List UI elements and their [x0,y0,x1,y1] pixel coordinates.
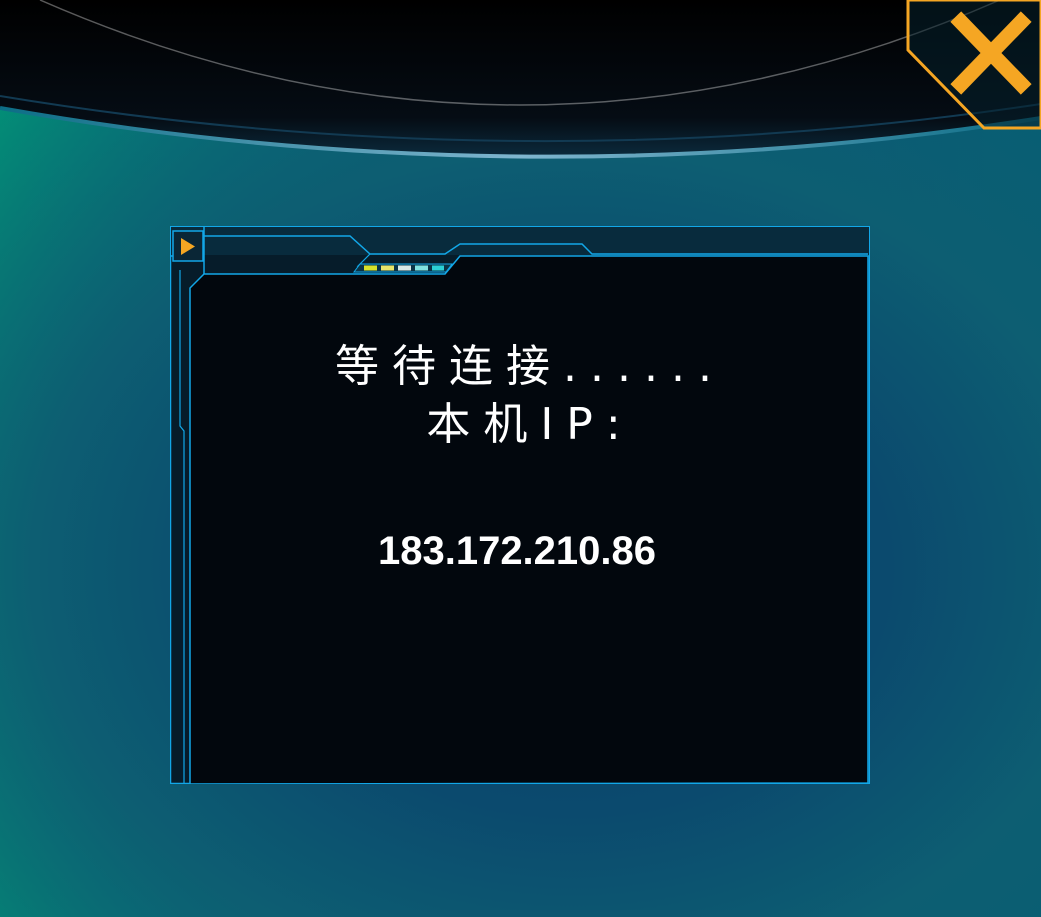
top-arc-header [0,0,1041,159]
dialog-frame [170,226,870,784]
ip-label: 本机IP: [426,399,634,450]
connection-dialog: 等待连接...... 本机IP: 183.172.210.86 [170,226,870,784]
ip-address-value: 183.172.210.86 [377,529,657,573]
waiting-status-text: 等待连接...... [335,341,725,392]
signal-bars-icon [353,263,453,273]
connection-screen: 等待连接...... 本机IP: 183.172.210.86 [0,0,1041,917]
connection-message: 等待连接...... 本机IP: [192,338,868,454]
close-button[interactable] [906,0,1041,130]
play-arrow-icon [172,230,204,262]
